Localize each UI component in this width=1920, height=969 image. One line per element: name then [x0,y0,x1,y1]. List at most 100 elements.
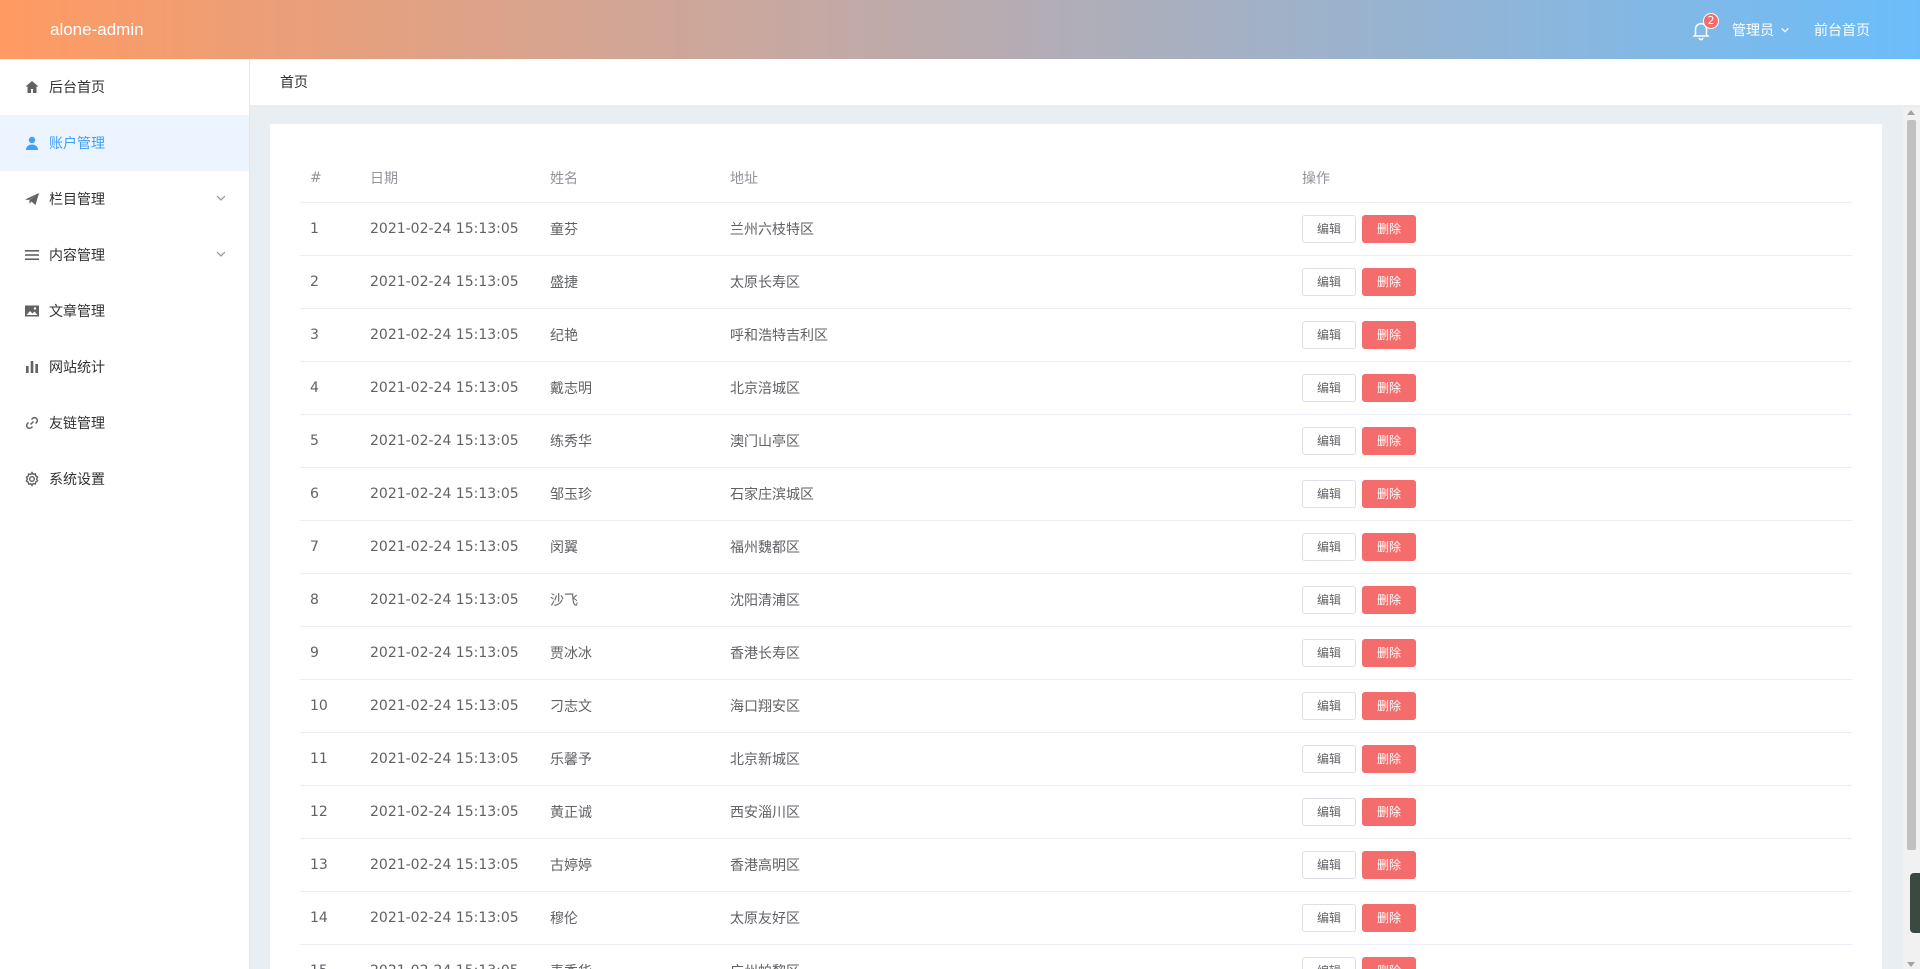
cell-address: 北京新城区 [720,732,1292,786]
sidebar-item-columns[interactable]: 栏目管理 [0,171,249,227]
scroll-up-arrow[interactable] [1907,110,1915,115]
table-row: 6 2021-02-24 15:13:05 邹玉珍 石家庄滨城区 编辑 删除 [300,467,1852,521]
cell-date: 2021-02-24 15:13:05 [360,520,540,574]
cell-index: 9 [300,626,360,680]
cell-address: 西安淄川区 [720,785,1292,839]
cell-name: 童芬 [540,202,720,256]
table-row: 5 2021-02-24 15:13:05 练秀华 澳门山亭区 编辑 删除 [300,414,1852,468]
list-icon [24,247,40,263]
delete-button[interactable]: 删除 [1362,956,1417,969]
cell-address: 香港长寿区 [720,626,1292,680]
delete-button[interactable]: 删除 [1362,638,1417,667]
cell-name: 古婷婷 [540,838,720,892]
edit-button[interactable]: 编辑 [1302,426,1357,455]
table-row: 1 2021-02-24 15:13:05 童芬 兰州六枝特区 编辑 删除 [300,202,1852,256]
edit-button[interactable]: 编辑 [1302,320,1357,349]
sidebar-item-links[interactable]: 友链管理 [0,395,249,451]
notification-bell[interactable]: 2 [1690,12,1719,41]
sidebar-item-accounts[interactable]: 账户管理 [0,115,249,171]
cell-date: 2021-02-24 15:13:05 [360,573,540,627]
edit-button[interactable]: 编辑 [1302,585,1357,614]
cell-name: 练秀华 [540,414,720,468]
floating-side-widget[interactable] [1910,873,1920,933]
cell-actions: 编辑删除 [1292,361,1852,415]
edit-button[interactable]: 编辑 [1302,956,1357,969]
delete-button[interactable]: 删除 [1362,320,1417,349]
edit-button[interactable]: 编辑 [1302,267,1357,296]
sidebar-item-label: 系统设置 [49,472,105,488]
sidebar-item-label: 栏目管理 [49,192,105,208]
table-row: 11 2021-02-24 15:13:05 乐馨予 北京新城区 编辑 删除 [300,732,1852,786]
table-card: # 日期 姓名 地址 操作 1 2021-02-24 15:13:05 童芬 兰州六枝… [270,124,1882,969]
cell-index: 2 [300,255,360,309]
delete-button[interactable]: 删除 [1362,585,1417,614]
sidebar-item-settings[interactable]: 系统设置 [0,451,249,507]
chevron-down-icon [1781,27,1789,32]
edit-button[interactable]: 编辑 [1302,532,1357,561]
cell-actions: 编辑删除 [1292,202,1852,256]
edit-button[interactable]: 编辑 [1302,373,1357,402]
edit-button[interactable]: 编辑 [1302,744,1357,773]
delete-button[interactable]: 删除 [1362,479,1417,508]
delete-button[interactable]: 删除 [1362,267,1417,296]
delete-button[interactable]: 删除 [1362,532,1417,561]
cell-actions: 编辑删除 [1292,520,1852,574]
delete-button[interactable]: 删除 [1362,373,1417,402]
cell-date: 2021-02-24 15:13:05 [360,467,540,521]
table-row: 13 2021-02-24 15:13:05 古婷婷 香港高明区 编辑 删除 [300,838,1852,892]
edit-button[interactable]: 编辑 [1302,903,1357,932]
delete-button[interactable]: 删除 [1362,744,1417,773]
delete-button[interactable]: 删除 [1362,797,1417,826]
cell-address: 沈阳清浦区 [720,573,1292,627]
delete-button[interactable]: 删除 [1362,214,1417,243]
user-dropdown[interactable]: 管理员 [1732,20,1790,40]
cell-index: 12 [300,785,360,839]
cell-index: 1 [300,202,360,256]
table-body: 1 2021-02-24 15:13:05 童芬 兰州六枝特区 编辑 删除 2 2021-02… [300,202,1852,969]
sidebar: 后台首页 账户管理 栏目管理 内容管理 文章管理 网站统计 友链管理 系统设置 [0,59,250,969]
cell-index: 6 [300,467,360,521]
breadcrumb-item-home[interactable]: 首页 [280,72,308,92]
cell-index: 3 [300,308,360,362]
page-scrollbar[interactable] [1903,108,1920,969]
sidebar-item-statistics[interactable]: 网站统计 [0,339,249,395]
sidebar-item-dashboard[interactable]: 后台首页 [0,59,249,115]
delete-button[interactable]: 删除 [1362,850,1417,879]
sidebar-item-articles[interactable]: 文章管理 [0,283,249,339]
cell-date: 2021-02-24 15:13:05 [360,308,540,362]
cell-date: 2021-02-24 15:13:05 [360,785,540,839]
sidebar-item-content[interactable]: 内容管理 [0,227,249,283]
top-header: alone-admin 2 管理员 前台首页 [0,0,1920,59]
edit-button[interactable]: 编辑 [1302,638,1357,667]
cell-date: 2021-02-24 15:13:05 [360,414,540,468]
column-header-index: # [300,154,360,203]
cell-actions: 编辑删除 [1292,838,1852,892]
delete-button[interactable]: 删除 [1362,691,1417,720]
front-home-link[interactable]: 前台首页 [1814,20,1870,40]
table-header-row: # 日期 姓名 地址 操作 [300,154,1852,203]
edit-button[interactable]: 编辑 [1302,850,1357,879]
delete-button[interactable]: 删除 [1362,903,1417,932]
table-row: 7 2021-02-24 15:13:05 闵翼 福州魏都区 编辑 删除 [300,520,1852,574]
cell-address: 太原长寿区 [720,255,1292,309]
user-icon [24,135,40,151]
scroll-down-arrow[interactable] [1907,962,1915,967]
edit-button[interactable]: 编辑 [1302,479,1357,508]
edit-button[interactable]: 编辑 [1302,214,1357,243]
cell-name: 闵翼 [540,520,720,574]
delete-button[interactable]: 删除 [1362,426,1417,455]
table-row: 14 2021-02-24 15:13:05 穆伦 太原友好区 编辑 删除 [300,891,1852,945]
app-logo[interactable]: alone-admin [50,20,144,40]
cell-actions: 编辑删除 [1292,944,1852,969]
cell-date: 2021-02-24 15:13:05 [360,891,540,945]
notification-badge: 2 [1703,12,1719,29]
cell-name: 纪艳 [540,308,720,362]
edit-button[interactable]: 编辑 [1302,691,1357,720]
cell-address: 兰州六枝特区 [720,202,1292,256]
cell-name: 乐馨予 [540,732,720,786]
table-row: 2 2021-02-24 15:13:05 盛捷 太原长寿区 编辑 删除 [300,255,1852,309]
edit-button[interactable]: 编辑 [1302,797,1357,826]
cell-actions: 编辑删除 [1292,467,1852,521]
cell-index: 10 [300,679,360,733]
scrollbar-thumb[interactable] [1907,120,1916,850]
